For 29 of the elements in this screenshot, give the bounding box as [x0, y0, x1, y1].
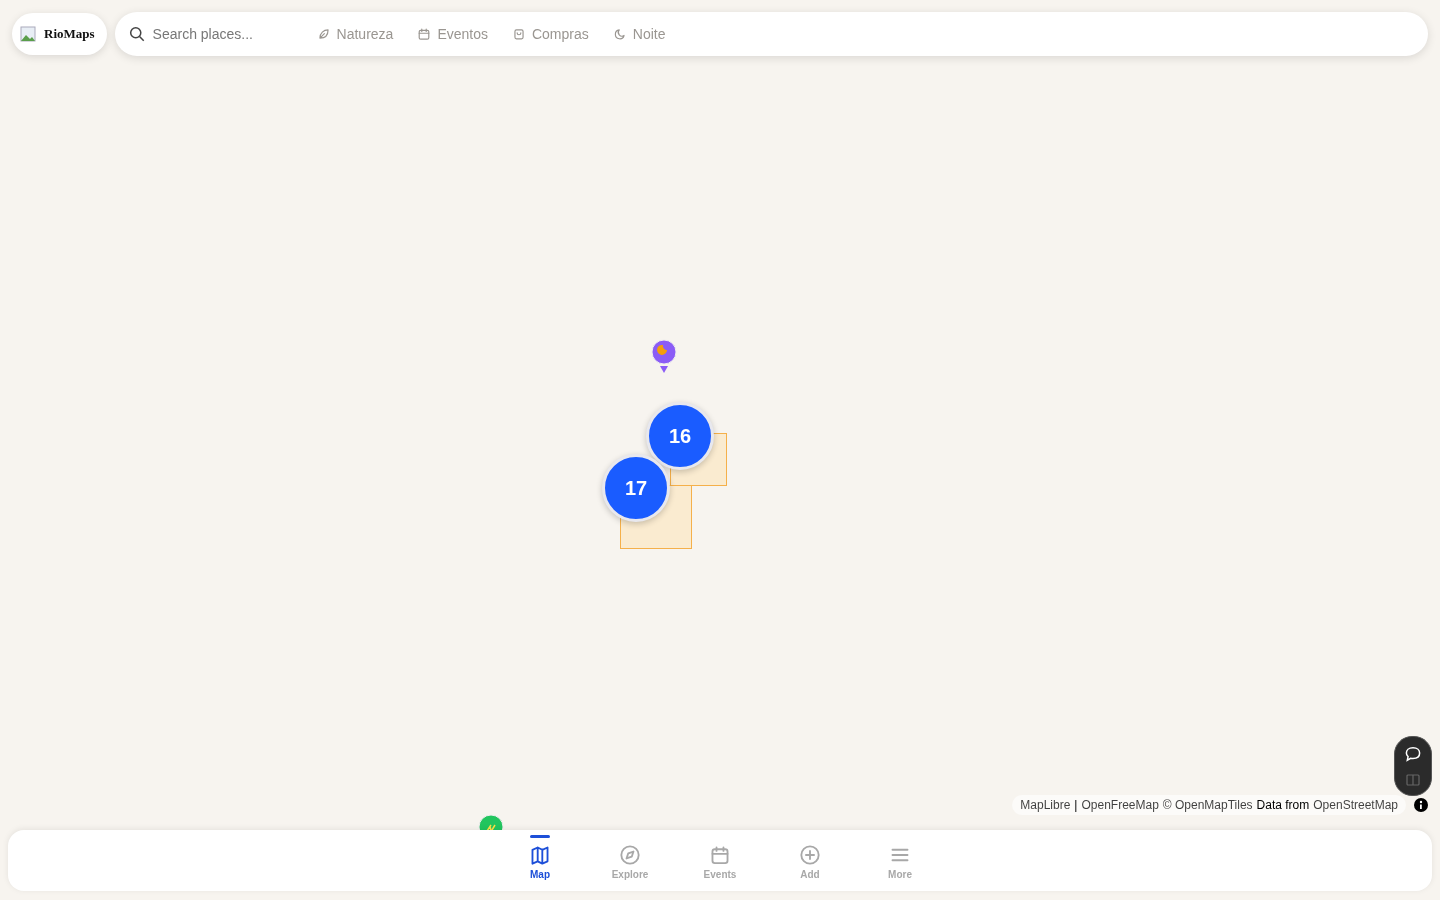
panel-icon[interactable] [1406, 773, 1420, 787]
attribution-link[interactable]: OpenFreeMap [1081, 798, 1159, 812]
compass-icon [619, 843, 641, 866]
cluster-marker[interactable]: 17 [602, 454, 670, 522]
search-icon [128, 26, 145, 42]
place-marker[interactable] [478, 814, 504, 830]
attribution-text: Data from [1256, 798, 1310, 812]
moon-icon [612, 27, 627, 41]
nav-tab[interactable]: Map [512, 832, 568, 891]
info-icon[interactable] [1414, 798, 1428, 812]
attribution-text: | [1074, 798, 1078, 812]
search-field[interactable]: Search places... [150, 25, 295, 43]
attribution-link[interactable]: © OpenMapTiles [1162, 798, 1253, 812]
calendar-icon [417, 27, 432, 41]
category-chip[interactable]: Noite [600, 26, 678, 42]
category-chip[interactable]: Eventos [405, 26, 500, 42]
chat-icon[interactable] [1404, 745, 1422, 763]
attribution-link[interactable]: MapLibre [1020, 798, 1071, 812]
attribution-link[interactable]: OpenStreetMap [1313, 798, 1398, 812]
add-icon [799, 843, 821, 866]
category-chip[interactable]: Natureza [304, 26, 406, 42]
cluster-marker[interactable]: 16 [646, 402, 714, 470]
broken-image-icon [20, 26, 36, 42]
brand-name: RioMaps [44, 26, 95, 42]
bag-icon [511, 27, 526, 41]
leaf-icon [316, 27, 331, 41]
logo-badge[interactable]: RioMaps [12, 13, 107, 55]
place-marker[interactable] [651, 339, 677, 373]
category-chip[interactable]: Compras [499, 26, 601, 42]
